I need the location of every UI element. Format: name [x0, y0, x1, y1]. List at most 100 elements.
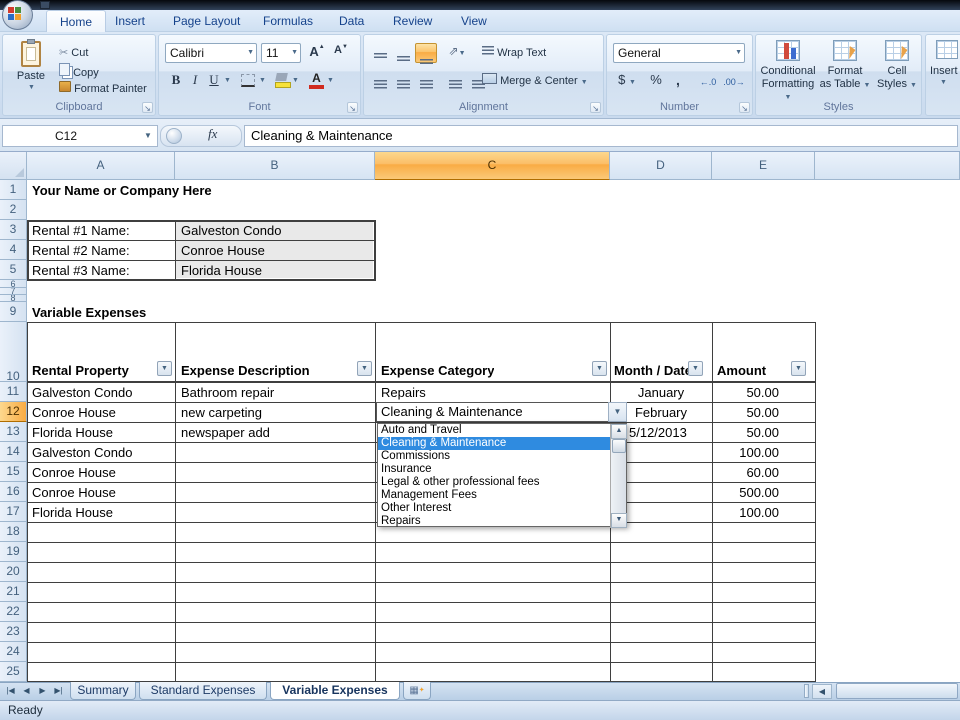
hscroll-thumb[interactable] [836, 683, 958, 699]
tab-home[interactable]: Home [46, 10, 107, 32]
header-expense-category[interactable]: Expense Category [381, 361, 494, 381]
cell-e15[interactable]: 60.00 [712, 463, 779, 483]
align-middle-button[interactable] [392, 43, 414, 63]
grow-font-button[interactable]: A▲ [305, 43, 329, 63]
fx-icon[interactable]: fx [208, 126, 217, 142]
cell-c11[interactable]: Repairs [381, 383, 426, 403]
percent-button[interactable]: % [645, 71, 667, 91]
cell-rental1-label[interactable]: Rental #1 Name: [32, 221, 130, 241]
name-box-dropdown-arrow[interactable]: ▼ [140, 125, 156, 147]
cell-a11[interactable]: Galveston Condo [32, 383, 132, 403]
quick-access-toolbar[interactable] [40, 1, 50, 9]
cell-rental2-label[interactable]: Rental #2 Name: [32, 241, 130, 261]
increase-decimal-button[interactable]: ←.0 [695, 71, 721, 91]
row-header-23[interactable]: 23 [0, 622, 27, 642]
row-header-22[interactable]: 22 [0, 602, 27, 622]
align-right-button[interactable] [415, 71, 437, 91]
sheet-tab-variable-expenses[interactable]: Variable Expenses [270, 682, 400, 700]
cell-rental3-label[interactable]: Rental #3 Name: [32, 261, 130, 281]
row-header-20[interactable]: 20 [0, 562, 27, 582]
cell-rental2-value[interactable]: Conroe House [181, 241, 265, 261]
select-all-corner[interactable] [0, 152, 27, 180]
row-header-16[interactable]: 16 [0, 482, 27, 502]
alignment-dialog-launcher[interactable]: ↘ [590, 102, 601, 113]
font-size-combo[interactable]: 11 ▼ [261, 43, 301, 63]
align-left-button[interactable] [369, 71, 391, 91]
column-header-d[interactable]: D [610, 152, 712, 180]
tab-page-layout[interactable]: Page Layout [160, 10, 253, 32]
shrink-font-button[interactable]: A▼ [329, 43, 353, 63]
formula-input[interactable]: Cleaning & Maintenance [244, 125, 958, 147]
insert-cells-button[interactable]: Insert ▼ [930, 39, 960, 101]
underline-dropdown-arrow[interactable]: ▼ [224, 77, 231, 84]
cell-a9-section-title[interactable]: Variable Expenses [32, 303, 146, 323]
fill-color-button[interactable] [275, 73, 291, 88]
cell-e17[interactable]: 100.00 [712, 503, 779, 523]
row-header-5[interactable]: 5 [0, 260, 27, 280]
header-expense-description[interactable]: Expense Description [181, 361, 310, 381]
cell-a17[interactable]: Florida House [32, 503, 113, 523]
scroll-down-icon[interactable]: ▼ [611, 513, 627, 528]
row-header-24[interactable]: 24 [0, 642, 27, 662]
tab-view[interactable]: View [448, 10, 500, 32]
row-header-18[interactable]: 18 [0, 522, 27, 542]
first-sheet-button[interactable]: |◀ [3, 684, 18, 698]
row-header-10[interactable]: 10 [0, 322, 27, 383]
prev-sheet-button[interactable]: ◀ [19, 684, 34, 698]
number-dialog-launcher[interactable]: ↘ [739, 102, 750, 113]
column-header-e[interactable]: E [712, 152, 815, 180]
dropdown-button[interactable]: ▼ [608, 402, 627, 422]
row-header-6[interactable]: 6 [0, 280, 27, 288]
row-header-14[interactable]: 14 [0, 442, 27, 462]
italic-button[interactable]: I [186, 71, 204, 91]
row-header-19[interactable]: 19 [0, 542, 27, 562]
sheet-tab-summary[interactable]: Summary [70, 682, 136, 700]
row-header-25[interactable]: 25 [0, 662, 27, 682]
decrease-indent-button[interactable] [444, 71, 466, 91]
row-header-4[interactable]: 4 [0, 240, 27, 260]
last-sheet-button[interactable]: ▶| [51, 684, 66, 698]
align-bottom-button[interactable] [415, 43, 437, 65]
clipboard-dialog-launcher[interactable]: ↘ [142, 102, 153, 113]
align-center-button[interactable] [392, 71, 414, 91]
scroll-up-icon[interactable]: ▲ [611, 424, 627, 439]
format-as-table-button[interactable]: Format as Table ▼ [819, 39, 871, 101]
borders-icon[interactable] [241, 74, 255, 87]
font-color-dropdown-arrow[interactable]: ▼ [327, 77, 334, 84]
tab-split-handle[interactable] [804, 684, 809, 698]
cell-b11[interactable]: Bathroom repair [181, 383, 274, 403]
tab-formulas[interactable]: Formulas [250, 10, 326, 32]
tab-insert[interactable]: Insert [102, 10, 158, 32]
column-header-b[interactable]: B [175, 152, 375, 180]
orientation-button[interactable]: ⇗▼ [444, 43, 470, 63]
row-header-17[interactable]: 17 [0, 502, 27, 522]
cell-b12[interactable]: new carpeting [181, 403, 262, 423]
dropdown-item[interactable]: Repairs [378, 515, 612, 528]
paste-button[interactable]: Paste ▼ [9, 39, 53, 98]
header-month-date[interactable]: Month / Date [614, 361, 688, 381]
dropdown-item[interactable]: Other Interest [378, 502, 612, 515]
bold-button[interactable]: B [167, 71, 185, 91]
row-header-15[interactable]: 15 [0, 462, 27, 482]
tab-data[interactable]: Data [326, 10, 377, 32]
next-sheet-button[interactable]: ▶ [35, 684, 50, 698]
header-rental-property[interactable]: Rental Property [32, 361, 129, 381]
font-family-combo[interactable]: Calibri ▼ [165, 43, 257, 63]
cell-d11[interactable]: January [611, 383, 711, 403]
insert-worksheet-button[interactable]: ▦✦ [403, 682, 431, 700]
font-dialog-launcher[interactable]: ↘ [347, 102, 358, 113]
dropdown-item[interactable]: Auto and Travel [378, 424, 612, 437]
format-painter-button[interactable]: Format Painter [59, 81, 159, 98]
filter-button-property[interactable]: ▼ [157, 361, 172, 376]
font-color-button[interactable]: A [309, 71, 324, 89]
filter-button-amount[interactable]: ▼ [791, 361, 806, 376]
tab-review[interactable]: Review [380, 10, 445, 32]
row-header-11[interactable]: 11 [0, 382, 27, 402]
borders-dropdown-arrow[interactable]: ▼ [259, 77, 266, 84]
cell-styles-button[interactable]: Cell Styles ▼ [873, 39, 921, 101]
row-header-8[interactable]: 8 [0, 295, 27, 302]
underline-button[interactable]: U [205, 71, 223, 91]
cell-a12[interactable]: Conroe House [32, 403, 116, 423]
row-header-21[interactable]: 21 [0, 582, 27, 602]
row-header-2[interactable]: 2 [0, 200, 27, 220]
